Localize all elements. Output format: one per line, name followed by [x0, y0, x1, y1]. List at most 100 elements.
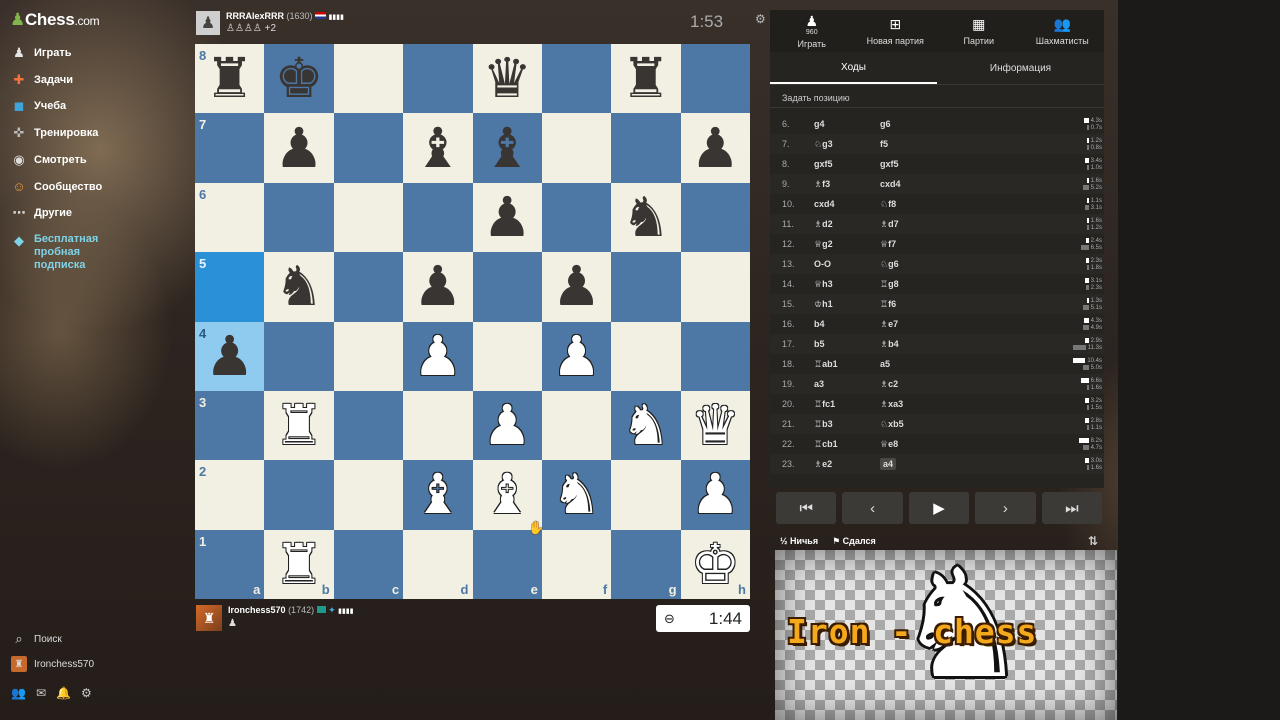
square-b8[interactable]: ♚	[264, 44, 334, 114]
square-b3[interactable]: ♜	[264, 390, 334, 461]
square-a5[interactable]: 5	[195, 252, 265, 322]
mail-icon[interactable]: ✉	[36, 686, 46, 700]
square-f6[interactable]	[541, 182, 612, 253]
black-knight-icon[interactable]: ♞	[274, 259, 323, 314]
black-move[interactable]: ♗d7	[880, 219, 899, 229]
black-move[interactable]: ♗c2	[880, 379, 898, 389]
user-profile-nav[interactable]: ♜ Ironchess570	[11, 656, 94, 672]
white-rook-icon[interactable]: ♜	[274, 536, 323, 592]
square-c4[interactable]	[333, 321, 404, 391]
bell-icon[interactable]: 🔔	[56, 686, 71, 700]
square-g4[interactable]	[611, 321, 681, 391]
square-b5[interactable]: ♞	[264, 252, 334, 322]
square-a7[interactable]: 7	[195, 113, 265, 183]
white-move[interactable]: ♘g3	[814, 139, 880, 150]
square-f1[interactable]: f	[541, 529, 612, 599]
white-move[interactable]: a3	[814, 379, 880, 389]
square-e8[interactable]: ♛	[472, 44, 542, 114]
black-move[interactable]: ♕e8	[880, 439, 898, 449]
white-move[interactable]: ♗f3	[814, 179, 880, 190]
white-move[interactable]: ♕h3	[814, 279, 880, 290]
white-move[interactable]: b4	[814, 319, 880, 329]
square-d1[interactable]: d	[403, 529, 473, 599]
next-move-button[interactable]: ›	[975, 492, 1036, 524]
play-button[interactable]: ▶	[908, 492, 970, 524]
black-move[interactable]: f5	[880, 139, 888, 149]
square-c5[interactable]	[333, 252, 404, 322]
site-logo[interactable]: ♟Chess.com	[10, 10, 100, 30]
square-f8[interactable]	[541, 44, 612, 114]
square-b7[interactable]: ♟	[264, 113, 334, 183]
sidebar-item-0[interactable]: ♟ Играть	[11, 45, 71, 61]
square-d3[interactable]	[403, 390, 473, 461]
white-pawn-icon[interactable]: ♟	[413, 328, 462, 384]
black-move[interactable]: ♗b4	[880, 339, 899, 349]
square-h6[interactable]	[680, 182, 750, 253]
square-f7[interactable]	[541, 113, 612, 183]
white-move[interactable]: ♕g2	[814, 239, 880, 250]
white-move[interactable]: O-O	[814, 259, 880, 269]
white-pawn-icon[interactable]: ♟	[552, 328, 601, 384]
square-a8[interactable]: 8 ♜	[195, 44, 265, 114]
black-move[interactable]: ♘g6	[880, 259, 899, 269]
white-pawn-icon[interactable]: ♟	[483, 398, 532, 453]
white-queen-icon[interactable]: ♛	[691, 398, 740, 453]
square-e1[interactable]: e	[472, 529, 542, 599]
black-move[interactable]: ♘f8	[880, 199, 896, 209]
square-b1[interactable]: b ♜	[264, 529, 334, 599]
square-h2[interactable]: ♟	[680, 460, 750, 530]
white-move[interactable]: ♗d2	[814, 219, 880, 230]
square-c2[interactable]	[333, 460, 404, 530]
black-king-icon[interactable]: ♚	[274, 51, 323, 106]
square-d8[interactable]	[403, 44, 473, 114]
black-move[interactable]: ♖f6	[880, 299, 896, 309]
top-player-name[interactable]: RRRAlexRRR	[226, 11, 284, 21]
resign-button[interactable]: ⚑ Сдался	[832, 536, 876, 547]
square-h5[interactable]	[680, 252, 750, 322]
last-move-button[interactable]: ⏭	[1041, 492, 1103, 524]
square-g2[interactable]	[611, 460, 681, 530]
square-b4[interactable]	[264, 321, 334, 391]
tab-moves[interactable]: Ходы	[770, 52, 937, 84]
white-king-icon[interactable]: ♚	[691, 536, 740, 592]
square-f3[interactable]	[541, 390, 612, 461]
black-move[interactable]: ♗e7	[880, 319, 898, 329]
square-e6[interactable]: ♟	[472, 182, 542, 253]
black-move[interactable]: ♕f7	[880, 239, 896, 249]
black-move[interactable]: a4	[880, 458, 897, 470]
white-move[interactable]: ♖cb1	[814, 439, 880, 450]
black-pawn-icon[interactable]: ♟	[413, 259, 462, 314]
square-g8[interactable]: ♜	[611, 44, 681, 114]
square-d7[interactable]: ♝	[403, 113, 473, 183]
black-move[interactable]: a5	[880, 359, 890, 369]
black-move[interactable]: ♘xb5	[880, 419, 904, 429]
white-move[interactable]: b5	[814, 339, 880, 349]
white-knight-icon[interactable]: ♞	[552, 467, 601, 522]
top-player-avatar[interactable]: ♟	[196, 11, 220, 35]
black-bishop-icon[interactable]: ♝	[413, 120, 462, 176]
black-bishop-icon[interactable]: ♝	[483, 120, 532, 176]
black-pawn-icon[interactable]: ♟	[274, 120, 323, 176]
square-h3[interactable]: ♛	[680, 390, 750, 461]
square-h4[interactable]	[680, 321, 750, 391]
white-move[interactable]: g4	[814, 119, 880, 129]
square-c1[interactable]: c	[333, 529, 404, 599]
black-move[interactable]: ♗xa3	[880, 399, 903, 409]
sidebar-item-4[interactable]: ◉ Смотреть	[11, 152, 86, 168]
sidebar-item-3[interactable]: ✜ Тренировка	[11, 125, 99, 141]
sidebar-item-1[interactable]: ✚ Задачи	[11, 72, 73, 88]
black-pawn-icon[interactable]: ♟	[691, 120, 740, 176]
square-a6[interactable]: 6	[195, 182, 265, 253]
square-f4[interactable]: ♟	[541, 321, 612, 391]
panel-tab-1[interactable]: ⊞ Новая партия	[854, 10, 938, 52]
black-pawn-icon[interactable]: ♟	[205, 328, 254, 384]
white-move[interactable]: gxf5	[814, 159, 880, 169]
black-knight-icon[interactable]: ♞	[621, 189, 670, 245]
square-f2[interactable]: ♞	[541, 460, 612, 530]
black-rook-icon[interactable]: ♜	[205, 51, 254, 106]
panel-tab-3[interactable]: 👥 Шахматисты	[1021, 10, 1105, 52]
square-c3[interactable]	[333, 390, 404, 461]
square-d4[interactable]: ♟	[403, 321, 473, 391]
search-nav[interactable]: ⌕ Поиск	[11, 631, 61, 647]
square-d5[interactable]: ♟	[403, 252, 473, 322]
